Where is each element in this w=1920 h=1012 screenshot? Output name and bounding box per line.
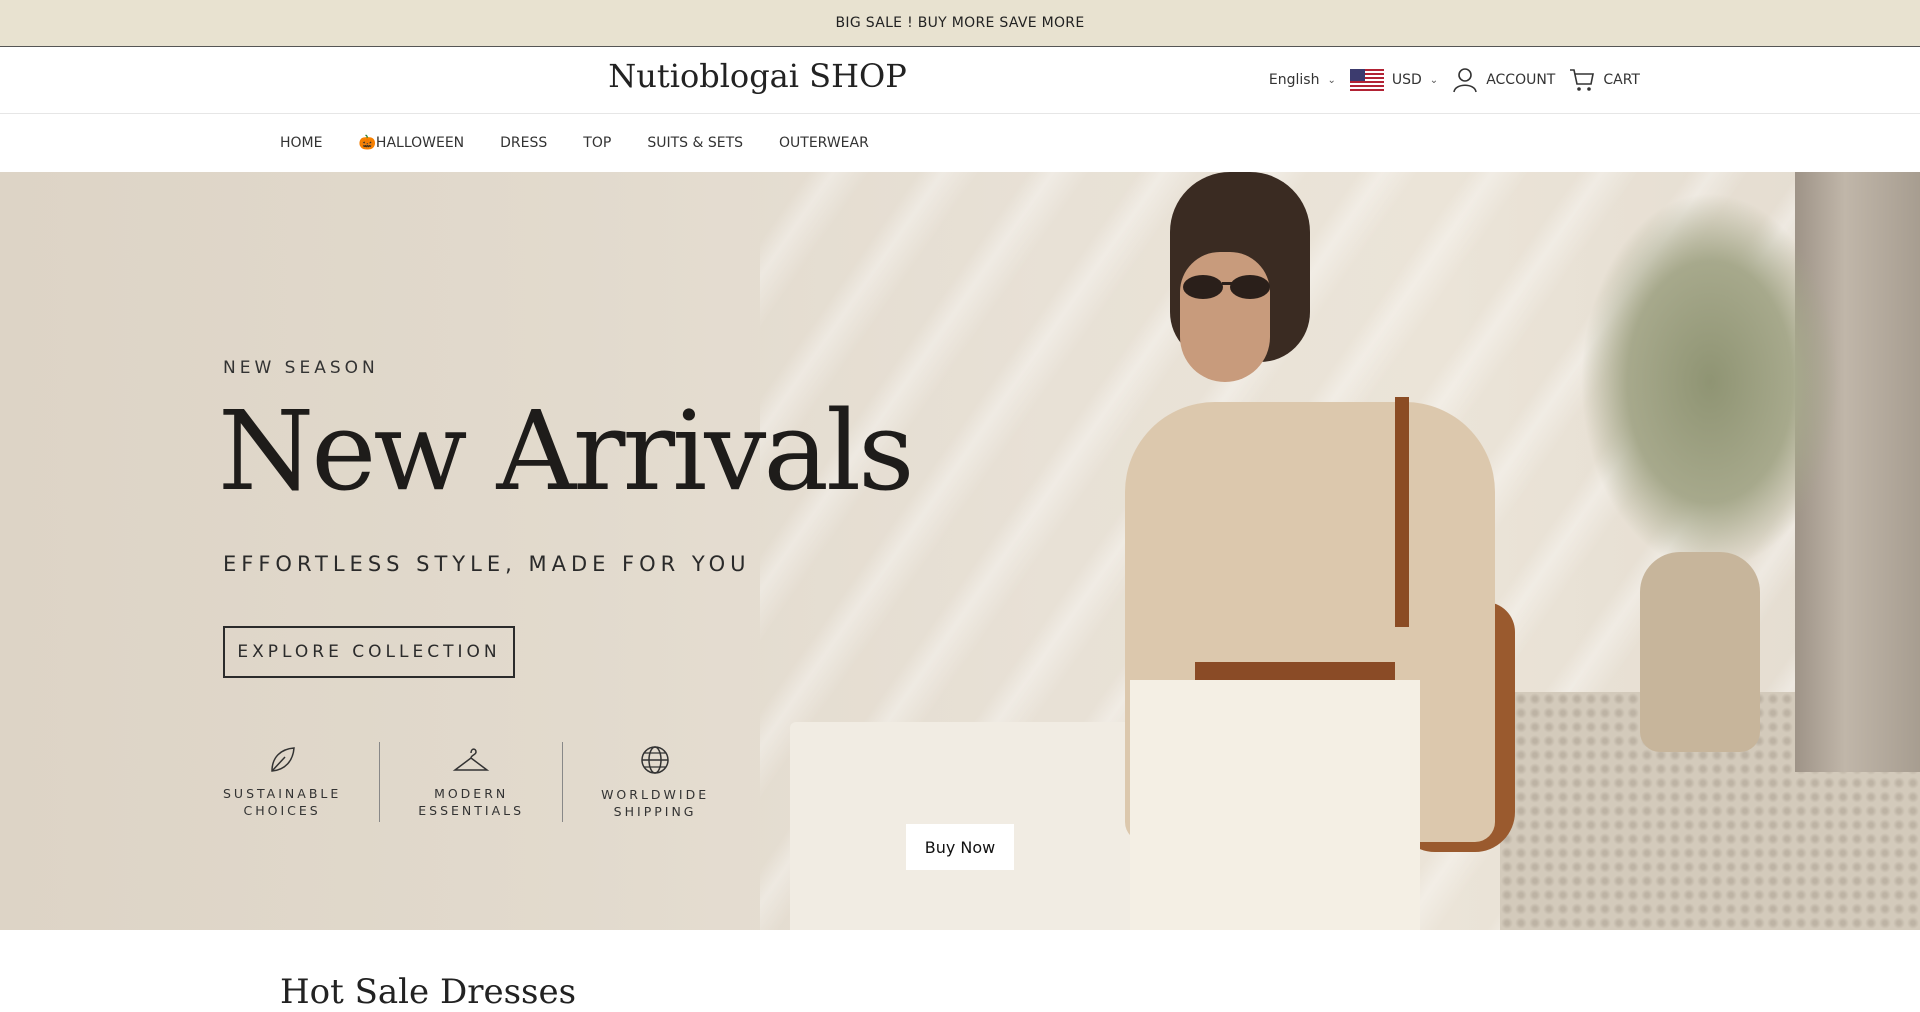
feature-divider bbox=[379, 741, 381, 822]
nav-item-outerwear[interactable]: OUTERWEAR bbox=[779, 135, 869, 151]
hero-eyebrow: NEW SEASON bbox=[223, 358, 379, 378]
nav-item-home[interactable]: HOME bbox=[280, 135, 322, 151]
nav-item-halloween[interactable]: 🎃HALLOWEEN bbox=[358, 135, 464, 151]
feature-line1: WORLDWIDE bbox=[601, 786, 710, 802]
nav-item-top[interactable]: TOP bbox=[583, 135, 611, 151]
hanger-icon bbox=[452, 747, 490, 771]
hero-olive-tree bbox=[1580, 192, 1840, 572]
language-selector[interactable]: English ⌄ bbox=[1269, 72, 1336, 88]
header-actions: English ⌄ USD ⌄ ACCOUNT CART bbox=[1269, 47, 1640, 113]
cart-label: CART bbox=[1603, 72, 1640, 88]
sunglasses-icon bbox=[1183, 275, 1270, 299]
chevron-down-icon: ⌄ bbox=[1327, 74, 1336, 86]
explore-collection-button[interactable]: EXPLORE COLLECTION bbox=[223, 626, 515, 678]
feature-sustainable: SUSTAINABLE CHOICES bbox=[223, 734, 341, 829]
leaf-icon bbox=[271, 746, 295, 772]
hero-subline: EFFORTLESS STYLE, MADE FOR YOU bbox=[223, 552, 751, 576]
language-label: English bbox=[1268, 72, 1320, 88]
hero-bag-strap bbox=[1395, 397, 1409, 627]
feature-line2: CHOICES bbox=[243, 802, 321, 818]
hero-model-belt bbox=[1195, 662, 1395, 682]
site-header: Nutioblogai SHOP English ⌄ USD ⌄ ACCOUNT… bbox=[0, 47, 1920, 114]
feature-line1: SUSTAINABLE bbox=[223, 785, 342, 801]
buy-now-button[interactable]: Buy Now bbox=[906, 824, 1014, 870]
main-nav: HOME 🎃HALLOWEEN DRESS TOP SUITS & SETS O… bbox=[0, 114, 1920, 171]
feature-modern: MODERN ESSENTIALS bbox=[418, 734, 524, 829]
account-link[interactable]: ACCOUNT bbox=[1452, 67, 1555, 93]
announcement-bar: BIG SALE ! BUY MORE SAVE MORE bbox=[0, 0, 1920, 47]
hero-banner: NEW SEASON New Arrivals EFFORTLESS STYLE… bbox=[0, 172, 1920, 930]
currency-label: USD bbox=[1391, 72, 1422, 88]
cart-link[interactable]: CART bbox=[1569, 68, 1640, 92]
hero-model-pants bbox=[1130, 680, 1420, 930]
feature-worldwide: WORLDWIDE SHIPPING bbox=[601, 734, 709, 829]
cart-icon bbox=[1570, 69, 1595, 91]
account-label: ACCOUNT bbox=[1486, 72, 1556, 88]
currency-selector[interactable]: USD ⌄ bbox=[1349, 69, 1439, 91]
chevron-down-icon: ⌄ bbox=[1429, 74, 1439, 86]
hero-features: SUSTAINABLE CHOICES MODERN ESSENTIALS WO… bbox=[223, 734, 709, 829]
globe-icon bbox=[641, 745, 669, 774]
feature-divider bbox=[562, 741, 564, 822]
feature-line1: MODERN bbox=[434, 785, 509, 801]
user-icon bbox=[1453, 68, 1477, 93]
feature-line2: SHIPPING bbox=[613, 803, 697, 819]
us-flag-icon bbox=[1349, 69, 1384, 91]
hero-plant-pot bbox=[1640, 552, 1760, 752]
section-title: Hot Sale Dresses bbox=[280, 972, 577, 1012]
nav-item-dress[interactable]: DRESS bbox=[500, 135, 547, 151]
announcement-text: BIG SALE ! BUY MORE SAVE MORE bbox=[835, 15, 1085, 31]
nav-item-suits-sets[interactable]: SUITS & SETS bbox=[647, 135, 743, 151]
feature-line2: ESSENTIALS bbox=[418, 802, 525, 818]
hero-headline: New Arrivals bbox=[218, 387, 915, 515]
